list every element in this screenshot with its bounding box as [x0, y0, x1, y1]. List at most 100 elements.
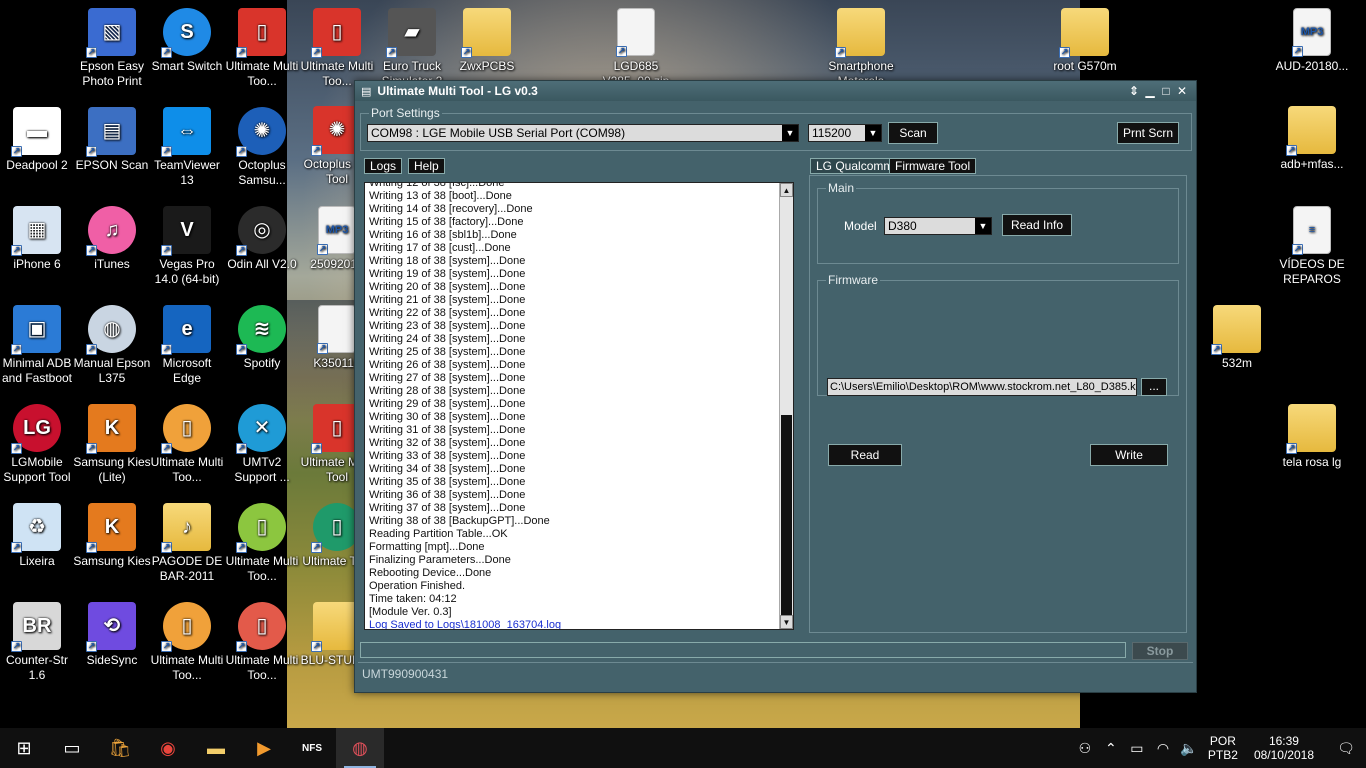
desktop-icon[interactable]: ↗ ZwxPCBS	[448, 8, 526, 74]
nfs-game-icon[interactable]: NFS	[288, 728, 336, 768]
window-title: Ultimate Multi Tool - LG v0.3	[377, 84, 538, 98]
log-scrollbar[interactable]: ▲ ▼	[779, 183, 793, 629]
tab-logs[interactable]: Logs	[364, 158, 403, 174]
desktop-icon[interactable]: e ↗ Microsoft Edge	[148, 305, 226, 386]
log-output[interactable]: Writing 12 of 38 [fsc]...Done Writing 13 …	[364, 182, 794, 630]
log-line: Writing 32 of 38 [system]...Done	[369, 437, 526, 449]
chevron-up-icon[interactable]: ⌃	[1098, 740, 1124, 757]
restore-icon[interactable]: ⇕	[1126, 83, 1142, 99]
folder-icon: ↗	[1286, 106, 1336, 156]
desktop-icon-label: 532m	[1221, 356, 1253, 370]
start-icon[interactable]: ⊞	[0, 728, 48, 768]
scan-button[interactable]: Scan	[888, 122, 938, 144]
read-button[interactable]: Read	[828, 444, 902, 466]
desktop-icon[interactable]: ♪ ↗ PAGODE DE BAR-2011	[148, 503, 226, 584]
file-explorer-icon[interactable]: ▬	[192, 728, 240, 768]
desktop-icon[interactable]: ▦ ↗ iPhone 6	[0, 206, 76, 272]
language-indicator[interactable]: POR PTB2	[1202, 734, 1244, 762]
media-player-icon[interactable]: ▶	[240, 728, 288, 768]
firmware-path-input[interactable]: C:\Users\Emilio\Desktop\ROM\www.stockrom…	[827, 378, 1137, 396]
desktop-icon[interactable]: ▯ ↗ Ultimate Multi Too...	[148, 602, 226, 683]
desktop-icon[interactable]: ≡ ↗ VÍDEOS DE REPAROS	[1273, 206, 1351, 287]
desktop-icon[interactable]: ▯ ↗ Ultimate Multi Too...	[223, 503, 301, 584]
scroll-down-icon[interactable]: ▼	[780, 615, 793, 629]
desktop-icon[interactable]: ◎ ↗ Odin All V2.0	[223, 206, 301, 272]
desktop-icon[interactable]: ⇔ ↗ TeamViewer 13	[148, 107, 226, 188]
task-view-icon[interactable]: ▭	[48, 728, 96, 768]
chevron-down-icon[interactable]: ▼	[782, 125, 798, 141]
wifi-icon[interactable]: ◠	[1150, 740, 1176, 757]
tab-firmware-tool[interactable]: Firmware Tool	[889, 158, 977, 174]
desktop-icon[interactable]: K ↗ Samsung Kies	[73, 503, 151, 569]
people-icon[interactable]: ⚇	[1072, 740, 1098, 757]
desktop-icon[interactable]: ▯ ↗ Ultimate Multi Too...	[148, 404, 226, 485]
close-icon[interactable]: ✕	[1174, 83, 1190, 99]
desktop-icon[interactable]: ▯ ↗ Ultimate Multi Too...	[298, 8, 376, 89]
ultimate-multi-tool-taskbar-icon[interactable]: ◍	[336, 728, 384, 768]
desktop-icon[interactable]: MP3 ↗ AUD-20180...	[1273, 8, 1351, 74]
clock[interactable]: 16:39 08/10/2018	[1244, 734, 1326, 762]
volume-icon[interactable]: 🔈	[1176, 740, 1202, 757]
ultimate-multi-tool-icon: ▯ ↗	[161, 602, 211, 652]
shortcut-arrow-icon: ↗	[86, 146, 97, 157]
minimize-icon[interactable]: ▁	[1142, 83, 1158, 99]
desktop-icon-label: EPSON Scan	[75, 158, 149, 172]
desktop-icon[interactable]: ▯ ↗ Ultimate Multi Too...	[223, 602, 301, 683]
desktop-icon[interactable]: ▰↗Euro Truck Simulator 2	[373, 8, 451, 89]
clock-date: 08/10/2018	[1253, 748, 1314, 762]
ultimate-multi-tool-window[interactable]: ▤ Ultimate Multi Tool - LG v0.3 ⇕ ▁ □ ✕ …	[354, 80, 1197, 693]
chevron-down-icon[interactable]: ▼	[865, 125, 881, 141]
ultimate-multi-tool-icon: ▯ ↗	[236, 602, 286, 652]
log-line: Writing 30 of 38 [system]...Done	[369, 411, 526, 423]
store-icon[interactable]: 🛍	[96, 728, 144, 768]
umt-support-icon: ✕ ↗	[236, 404, 286, 454]
desktop-icon[interactable]: K ↗ Samsung Kies (Lite)	[73, 404, 151, 485]
desktop-icon[interactable]: ≋ ↗ Spotify	[223, 305, 301, 371]
print-screen-button[interactable]: Prnt Scrn	[1117, 122, 1179, 144]
scroll-thumb[interactable]	[781, 415, 792, 615]
kies-icon: K ↗	[86, 503, 136, 553]
port-select[interactable]: COM98 : LGE Mobile USB Serial Port (COM9…	[367, 124, 799, 142]
stop-button[interactable]: Stop	[1132, 642, 1188, 660]
desktop-icon[interactable]: ▯ ↗ Ultimate Multi Too...	[223, 8, 301, 89]
chevron-down-icon[interactable]: ▼	[975, 218, 991, 234]
battery-icon[interactable]: ▭	[1124, 740, 1150, 757]
desktop-icon[interactable]: V ↗ Vegas Pro 14.0 (64-bit)	[148, 206, 226, 287]
tab-help[interactable]: Help	[408, 158, 445, 174]
firmware-tool-panel: Main Model D380 ▼ Read Info Firmware C:\…	[809, 175, 1187, 633]
notification-icon[interactable]: 🗨	[1326, 740, 1366, 757]
tab-lg-qualcomm[interactable]: LG Qualcomm	[810, 158, 900, 174]
desktop-icon[interactable]: ↗Smartphone Motorola	[822, 8, 900, 89]
maximize-icon[interactable]: □	[1158, 83, 1174, 99]
model-select[interactable]: D380 ▼	[884, 217, 992, 235]
desktop-icon[interactable]: ▣ ↗ Minimal ADB and Fastboot	[0, 305, 76, 386]
desktop-icon[interactable]: ◍ ↗ Manual Epson L375	[73, 305, 151, 386]
chrome-icon[interactable]: ◉	[144, 728, 192, 768]
desktop-icon[interactable]: ▤ ↗ EPSON Scan	[73, 107, 151, 173]
write-button[interactable]: Write	[1090, 444, 1168, 466]
desktop-icon[interactable]: ♻ ↗ Lixeira	[0, 503, 76, 569]
desktop-icon[interactable]: BR ↗ Counter-Str 1.6	[0, 602, 76, 683]
app-menu-icon[interactable]: ▤	[361, 85, 371, 98]
desktop-icon[interactable]: ↗ adb+mfas...	[1273, 106, 1351, 172]
desktop-icon[interactable]: ✺ ↗ Octoplus Samsu...	[223, 107, 301, 188]
desktop-icon[interactable]: ↗ 532m	[1198, 305, 1276, 371]
desktop-icon[interactable]: ↗ root G570m	[1046, 8, 1124, 74]
desktop-icon[interactable]: ↗LGD685 V285_00.zip	[597, 8, 675, 89]
desktop-icon[interactable]: ✕ ↗ UMTv2 Support ...	[223, 404, 301, 485]
desktop-icon[interactable]: S ↗ Smart Switch	[148, 8, 226, 74]
desktop-icon[interactable]: ▬ ↗ Deadpool 2	[0, 107, 76, 173]
desktop-icon[interactable]: LG ↗ LGMobile Support Tool	[0, 404, 76, 485]
desktop-icon-label: VÍDEOS DE REPAROS	[1279, 257, 1345, 286]
browse-button[interactable]: ...	[1141, 378, 1167, 396]
desktop-icon[interactable]: ♫ ↗ iTunes	[73, 206, 151, 272]
baud-select[interactable]: 115200 ▼	[808, 124, 882, 142]
scroll-up-icon[interactable]: ▲	[780, 183, 793, 197]
read-info-button[interactable]: Read Info	[1002, 214, 1072, 236]
window-titlebar[interactable]: ▤ Ultimate Multi Tool - LG v0.3 ⇕ ▁ □ ✕	[355, 81, 1196, 101]
shortcut-arrow-icon: ↗	[311, 145, 322, 156]
desktop-icon[interactable]: ⟲ ↗ SideSync	[73, 602, 151, 668]
desktop-icon[interactable]: ↗ tela rosa lg	[1273, 404, 1351, 470]
desktop-icon[interactable]: ▧ ↗ Epson Easy Photo Print	[73, 8, 151, 89]
log-file-link[interactable]: Log Saved to Logs\181008_163704.log	[369, 619, 777, 629]
